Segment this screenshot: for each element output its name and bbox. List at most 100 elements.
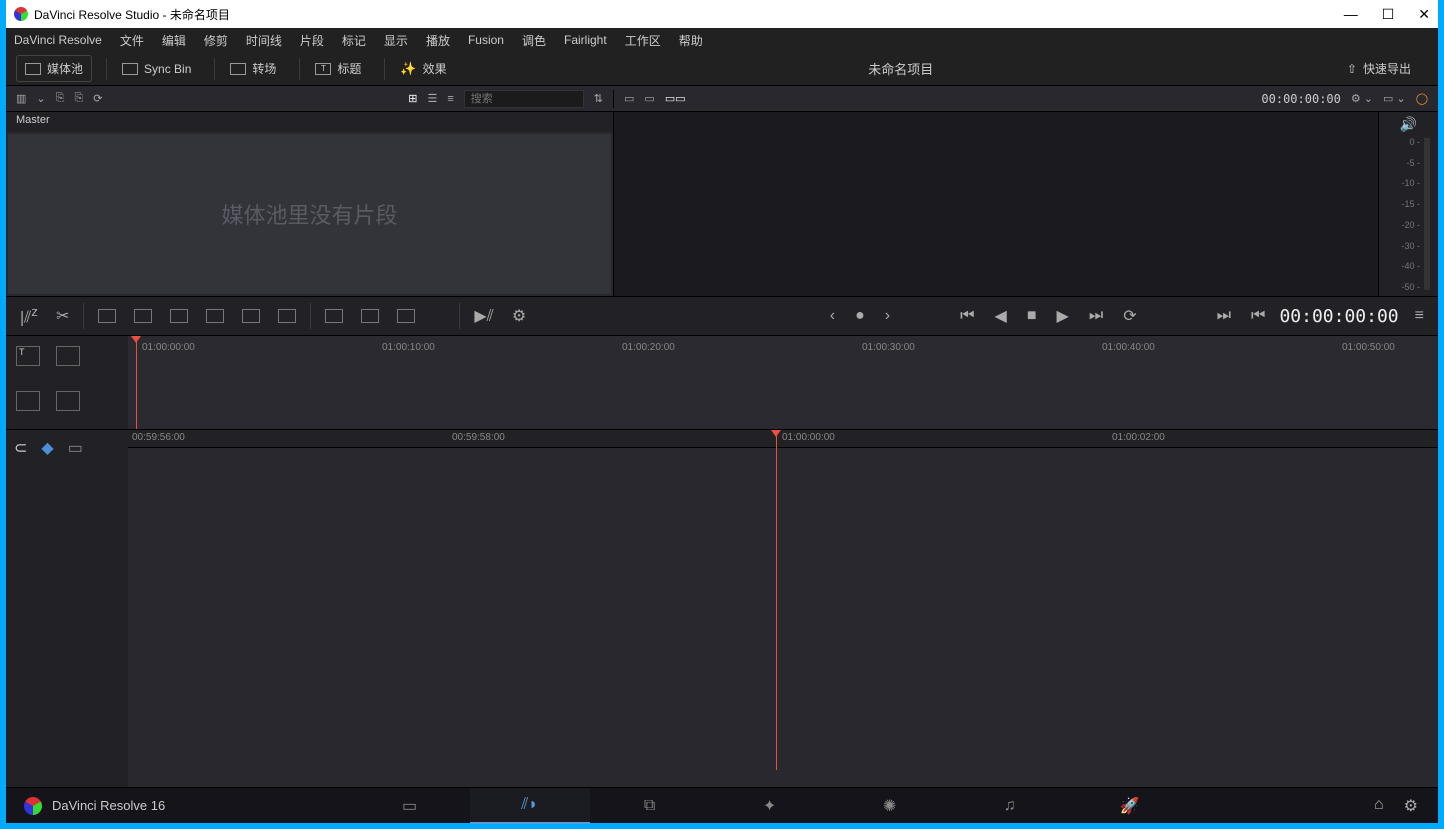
overview-playhead[interactable]: [136, 336, 137, 429]
timeline-tool-4[interactable]: [56, 391, 80, 411]
ruler-tick: 01:00:40:00: [1102, 342, 1155, 353]
titles-button[interactable]: T 标题: [306, 55, 370, 82]
place-on-top-button[interactable]: [242, 309, 260, 323]
page-cut[interactable]: ⫽◗: [470, 788, 590, 824]
menu-trim[interactable]: 修剪: [204, 32, 228, 49]
viewer-options-dropdown[interactable]: ▭ ⌄: [1383, 92, 1406, 105]
separator: [299, 58, 300, 80]
menu-file[interactable]: 文件: [120, 32, 144, 49]
media-pool-breadcrumb[interactable]: Master: [6, 112, 613, 132]
timeline-ruler[interactable]: 00:59:56:00 00:59:58:00 01:00:00:00 01:0…: [128, 430, 1438, 448]
transitions-icon: [230, 63, 246, 75]
dissolve-button[interactable]: [325, 309, 343, 323]
menu-playback[interactable]: 播放: [426, 32, 450, 49]
menu-fusion[interactable]: Fusion: [468, 33, 504, 47]
sort-button[interactable]: ⇅: [594, 92, 603, 105]
fast-review-button[interactable]: ▶⫽: [474, 306, 493, 326]
flag-button[interactable]: ▭: [68, 438, 83, 458]
stop-button[interactable]: ■: [1027, 307, 1037, 325]
page-media[interactable]: ▭: [350, 788, 470, 824]
play-button[interactable]: ▶: [1057, 306, 1069, 326]
source-tape-button[interactable]: ▭: [624, 92, 634, 105]
project-title: 未命名项目: [464, 59, 1338, 78]
window-minimize-button[interactable]: —: [1344, 6, 1358, 23]
next-edit-button[interactable]: ›: [885, 307, 890, 325]
settings-button[interactable]: ⚙: [1404, 796, 1418, 816]
loop-button[interactable]: ⟳: [1123, 306, 1136, 326]
go-first-button[interactable]: ⏮: [960, 307, 974, 325]
smooth-cut-button[interactable]: [397, 309, 415, 323]
menu-workspace[interactable]: 工作区: [625, 32, 661, 49]
speaker-icon[interactable]: 🔊: [1400, 116, 1417, 133]
thumbnail-view-button[interactable]: ⊞: [408, 92, 417, 105]
page-fusion[interactable]: ✦: [710, 788, 830, 824]
page-edit[interactable]: ⧉: [590, 788, 710, 824]
transitions-button[interactable]: 转场: [221, 55, 285, 82]
home-button[interactable]: ⌂: [1374, 796, 1384, 816]
separator: [106, 58, 107, 80]
page-color[interactable]: ✺: [830, 788, 950, 824]
menu-fairlight[interactable]: Fairlight: [564, 33, 607, 47]
refresh-button[interactable]: ⟳: [93, 92, 102, 105]
menu-mark[interactable]: 标记: [342, 32, 366, 49]
bin-dropdown[interactable]: ⌄: [36, 92, 45, 105]
media-pool-label: 媒体池: [47, 60, 83, 77]
timeline-menu-button[interactable]: ≡: [1415, 307, 1438, 325]
timeline-tool-3[interactable]: [16, 391, 40, 411]
menu-color[interactable]: 调色: [522, 32, 546, 49]
viewer-panel[interactable]: [614, 112, 1378, 296]
go-last-button[interactable]: ⏭: [1089, 307, 1103, 325]
prev-clip-button[interactable]: ⏮: [1251, 307, 1265, 325]
sync-bin-button[interactable]: Sync Bin: [113, 57, 200, 81]
next-clip-button[interactable]: ⏭: [1217, 307, 1231, 325]
play-reverse-button[interactable]: ◀: [995, 306, 1007, 326]
window-maximize-button[interactable]: ☐: [1382, 6, 1395, 23]
menu-timeline[interactable]: 时间线: [246, 32, 282, 49]
stop-marker-button[interactable]: ●: [855, 307, 865, 325]
deliver-page-icon: 🚀: [1120, 796, 1140, 816]
source-overwrite-button[interactable]: [278, 309, 296, 323]
menu-help[interactable]: 帮助: [679, 32, 703, 49]
menu-davinci[interactable]: DaVinci Resolve: [14, 33, 102, 47]
append-button[interactable]: [134, 309, 152, 323]
strip-view-button[interactable]: ☰: [427, 92, 437, 105]
boring-detector-button[interactable]: |⫽z: [20, 304, 38, 327]
media-pool-button[interactable]: 媒体池: [16, 55, 92, 82]
prev-edit-button[interactable]: ‹: [830, 307, 835, 325]
effects-button[interactable]: ✨ 效果: [391, 55, 455, 82]
page-fairlight[interactable]: ♫: [950, 788, 1070, 824]
viewer-mode-button[interactable]: ▭: [644, 92, 654, 105]
timeline-tool-2[interactable]: [56, 346, 80, 366]
import-media-button[interactable]: ⎘: [56, 92, 65, 105]
quick-export-button[interactable]: ⇧ 快速导出: [1338, 55, 1420, 82]
list-view-button[interactable]: ≡: [447, 93, 453, 105]
page-deliver[interactable]: 🚀: [1070, 788, 1190, 824]
close-up-button[interactable]: [206, 309, 224, 323]
menu-edit[interactable]: 编辑: [162, 32, 186, 49]
menu-view[interactable]: 显示: [384, 32, 408, 49]
timeline-overview: T 01:00:00:00 01:00:10:00 01:00:20:00 01…: [6, 336, 1438, 430]
ruler-tick: 00:59:58:00: [452, 432, 505, 443]
dual-viewer-button[interactable]: ▭▭: [665, 92, 686, 105]
tools-dropdown[interactable]: ⚙ ⌄: [1351, 92, 1373, 105]
cut-button[interactable]: [361, 309, 379, 323]
search-input[interactable]: [464, 90, 584, 108]
audio-meter: 🔊 0 - -5 - -10 - -15 - -20 - -30 - -40 -…: [1378, 112, 1438, 296]
snap-button[interactable]: ⊂: [14, 438, 27, 458]
marker-button[interactable]: ◆: [41, 438, 53, 458]
timeline-overview-ruler[interactable]: 01:00:00:00 01:00:10:00 01:00:20:00 01:0…: [128, 336, 1438, 429]
ripple-overwrite-button[interactable]: [170, 309, 188, 323]
window-close-button[interactable]: ✕: [1418, 6, 1430, 23]
smart-insert-button[interactable]: [98, 309, 116, 323]
bypass-grades-button[interactable]: ◯: [1416, 92, 1428, 105]
timeline-tool-1[interactable]: T: [16, 346, 40, 366]
timeline-options-button[interactable]: ⚙: [512, 306, 526, 326]
ruler-tick: 00:59:56:00: [132, 432, 185, 443]
panel-toolbar: 媒体池 Sync Bin 转场 T 标题 ✨ 效果 未命名项目 ⇧ 快速导出: [6, 52, 1438, 86]
timeline-playhead[interactable]: [776, 430, 777, 770]
bin-list-toggle[interactable]: ▥: [16, 92, 26, 105]
timeline-tracks[interactable]: 00:59:56:00 00:59:58:00 01:00:00:00 01:0…: [128, 430, 1438, 787]
import-folder-button[interactable]: ⎘: [74, 92, 83, 105]
split-clip-button[interactable]: ✂: [56, 306, 69, 326]
menu-clip[interactable]: 片段: [300, 32, 324, 49]
